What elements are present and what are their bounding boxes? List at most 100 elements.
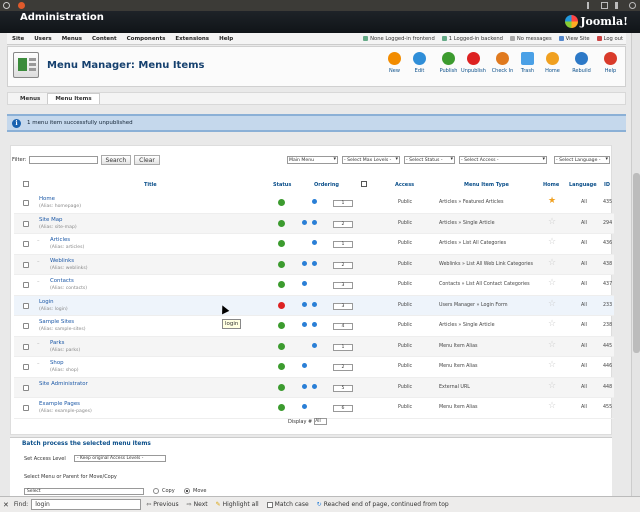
row-checkbox[interactable] — [23, 241, 29, 247]
publish-button[interactable]: Publish — [438, 52, 459, 82]
scrollbar-thumb[interactable] — [633, 173, 640, 353]
log-out-link[interactable]: Log out — [596, 36, 623, 42]
match-case-checkbox[interactable] — [266, 501, 273, 508]
move-down-icon[interactable] — [312, 240, 317, 245]
menu-users[interactable]: Users — [29, 36, 56, 42]
close-window-icon[interactable] — [18, 2, 25, 9]
row-checkbox[interactable] — [23, 405, 29, 411]
item-title-link[interactable]: Articles — [50, 237, 70, 243]
ordering-input[interactable]: 1 — [333, 200, 353, 207]
batch-access-select[interactable]: - Keep original Access Levels - — [74, 455, 166, 462]
status-select[interactable]: - Select Status - — [404, 156, 455, 164]
check-in-button[interactable]: Check In — [492, 52, 513, 82]
search-button[interactable]: Search — [100, 155, 132, 165]
access-select[interactable]: - Select Access - — [459, 156, 547, 164]
home-star-empty-icon[interactable]: ☆ — [548, 320, 556, 329]
row-checkbox[interactable] — [23, 364, 29, 370]
home-star-empty-icon[interactable]: ☆ — [548, 279, 556, 288]
ordering-input[interactable]: 3 — [333, 282, 353, 289]
published-icon[interactable] — [278, 363, 285, 370]
menu-content[interactable]: Content — [87, 36, 122, 42]
home-star-icon[interactable]: ★ — [548, 197, 556, 206]
column-status[interactable]: Status — [273, 182, 291, 188]
home-star-empty-icon[interactable]: ☆ — [548, 299, 556, 309]
tab-menu-items[interactable]: Menu Items — [47, 93, 100, 104]
display-limit-select[interactable]: All — [314, 418, 328, 425]
menu-site[interactable]: Site — [7, 36, 29, 42]
settings-icon[interactable] — [629, 2, 636, 9]
menu-help[interactable]: Help — [214, 36, 238, 42]
home-star-empty-icon[interactable]: ☆ — [548, 238, 556, 247]
ordering-input[interactable]: 5 — [333, 384, 353, 392]
item-title-link[interactable]: Login — [39, 299, 54, 305]
row-checkbox[interactable] — [23, 220, 29, 227]
ordering-input[interactable]: 4 — [333, 323, 353, 330]
item-title-link[interactable]: Home — [39, 196, 55, 202]
row-checkbox[interactable] — [23, 302, 29, 309]
move-up-icon[interactable] — [302, 301, 307, 307]
move-option[interactable]: Move — [184, 488, 206, 494]
item-title-link[interactable]: Weblinks — [50, 258, 74, 264]
volume-icon[interactable] — [615, 2, 622, 9]
find-input[interactable]: login — [31, 499, 142, 510]
item-title-link[interactable]: Sample Sites — [39, 319, 74, 325]
row-checkbox[interactable] — [23, 200, 29, 206]
published-icon[interactable] — [278, 281, 285, 288]
home-star-empty-icon[interactable]: ☆ — [548, 258, 556, 268]
published-icon[interactable] — [278, 260, 285, 268]
column-id[interactable]: ID — [604, 182, 610, 188]
row-checkbox[interactable] — [23, 323, 29, 329]
select-all-checkbox[interactable] — [23, 181, 29, 187]
home-star-empty-icon[interactable]: ☆ — [548, 340, 556, 350]
move-down-icon[interactable] — [312, 301, 317, 307]
clear-button[interactable]: Clear — [134, 155, 160, 165]
copy-radio[interactable] — [153, 488, 159, 494]
move-up-icon[interactable] — [302, 281, 307, 286]
move-up-icon[interactable] — [302, 383, 307, 389]
move-down-icon[interactable] — [312, 322, 317, 327]
home-star-empty-icon[interactable]: ☆ — [548, 361, 556, 370]
published-icon[interactable] — [278, 383, 285, 391]
view-site-link[interactable]: View Site — [558, 36, 590, 42]
column-language[interactable]: Language — [569, 182, 597, 188]
column-ordering[interactable]: Ordering — [314, 182, 339, 188]
rebuild-button[interactable]: Rebuild — [571, 52, 592, 82]
home-star-empty-icon[interactable]: ☆ — [548, 402, 556, 411]
menu-menus[interactable]: Menus — [57, 36, 87, 42]
item-title-link[interactable]: Shop — [50, 360, 64, 366]
ordering-input[interactable]: 2 — [333, 220, 353, 228]
move-up-icon[interactable] — [302, 260, 307, 266]
unpublished-icon[interactable] — [278, 301, 285, 309]
menu-select[interactable]: Main Menu — [287, 156, 338, 164]
published-icon[interactable] — [278, 404, 285, 411]
column-type[interactable]: Menu Item Type — [464, 182, 509, 188]
menu-components[interactable]: Components — [122, 36, 171, 42]
item-title-link[interactable]: Site Administrator — [39, 381, 88, 387]
trash-button[interactable]: Trash — [517, 52, 538, 82]
ordering-input[interactable]: 1 — [333, 343, 353, 351]
power-icon[interactable] — [3, 2, 10, 9]
move-down-icon[interactable] — [312, 199, 317, 204]
tab-menus[interactable]: Menus — [13, 94, 47, 104]
save-order-icon[interactable] — [361, 181, 367, 187]
published-icon[interactable] — [278, 240, 285, 247]
ordering-input[interactable]: 2 — [333, 364, 353, 371]
published-icon[interactable] — [278, 342, 285, 350]
item-title-link[interactable]: Contacts — [50, 278, 74, 284]
close-find-icon[interactable]: ✕ — [3, 501, 9, 509]
row-checkbox[interactable] — [23, 343, 29, 350]
move-up-icon[interactable] — [302, 363, 307, 368]
published-icon[interactable] — [278, 199, 285, 206]
column-title[interactable]: Title — [144, 182, 157, 188]
max-levels-select[interactable]: - Select Max Levels - — [342, 156, 400, 164]
move-radio[interactable] — [184, 488, 190, 494]
match-case-option[interactable]: Match case — [266, 501, 309, 508]
ordering-input[interactable]: 3 — [333, 302, 353, 310]
move-down-icon[interactable] — [312, 342, 317, 348]
find-previous-button[interactable]: ⇦ Previous — [146, 501, 178, 508]
move-down-icon[interactable] — [312, 383, 317, 389]
item-title-link[interactable]: Example Pages — [39, 401, 80, 407]
move-down-icon[interactable] — [312, 260, 317, 266]
home-star-empty-icon[interactable]: ☆ — [548, 381, 556, 391]
highlight-all-button[interactable]: ✎ Highlight all — [216, 501, 259, 508]
